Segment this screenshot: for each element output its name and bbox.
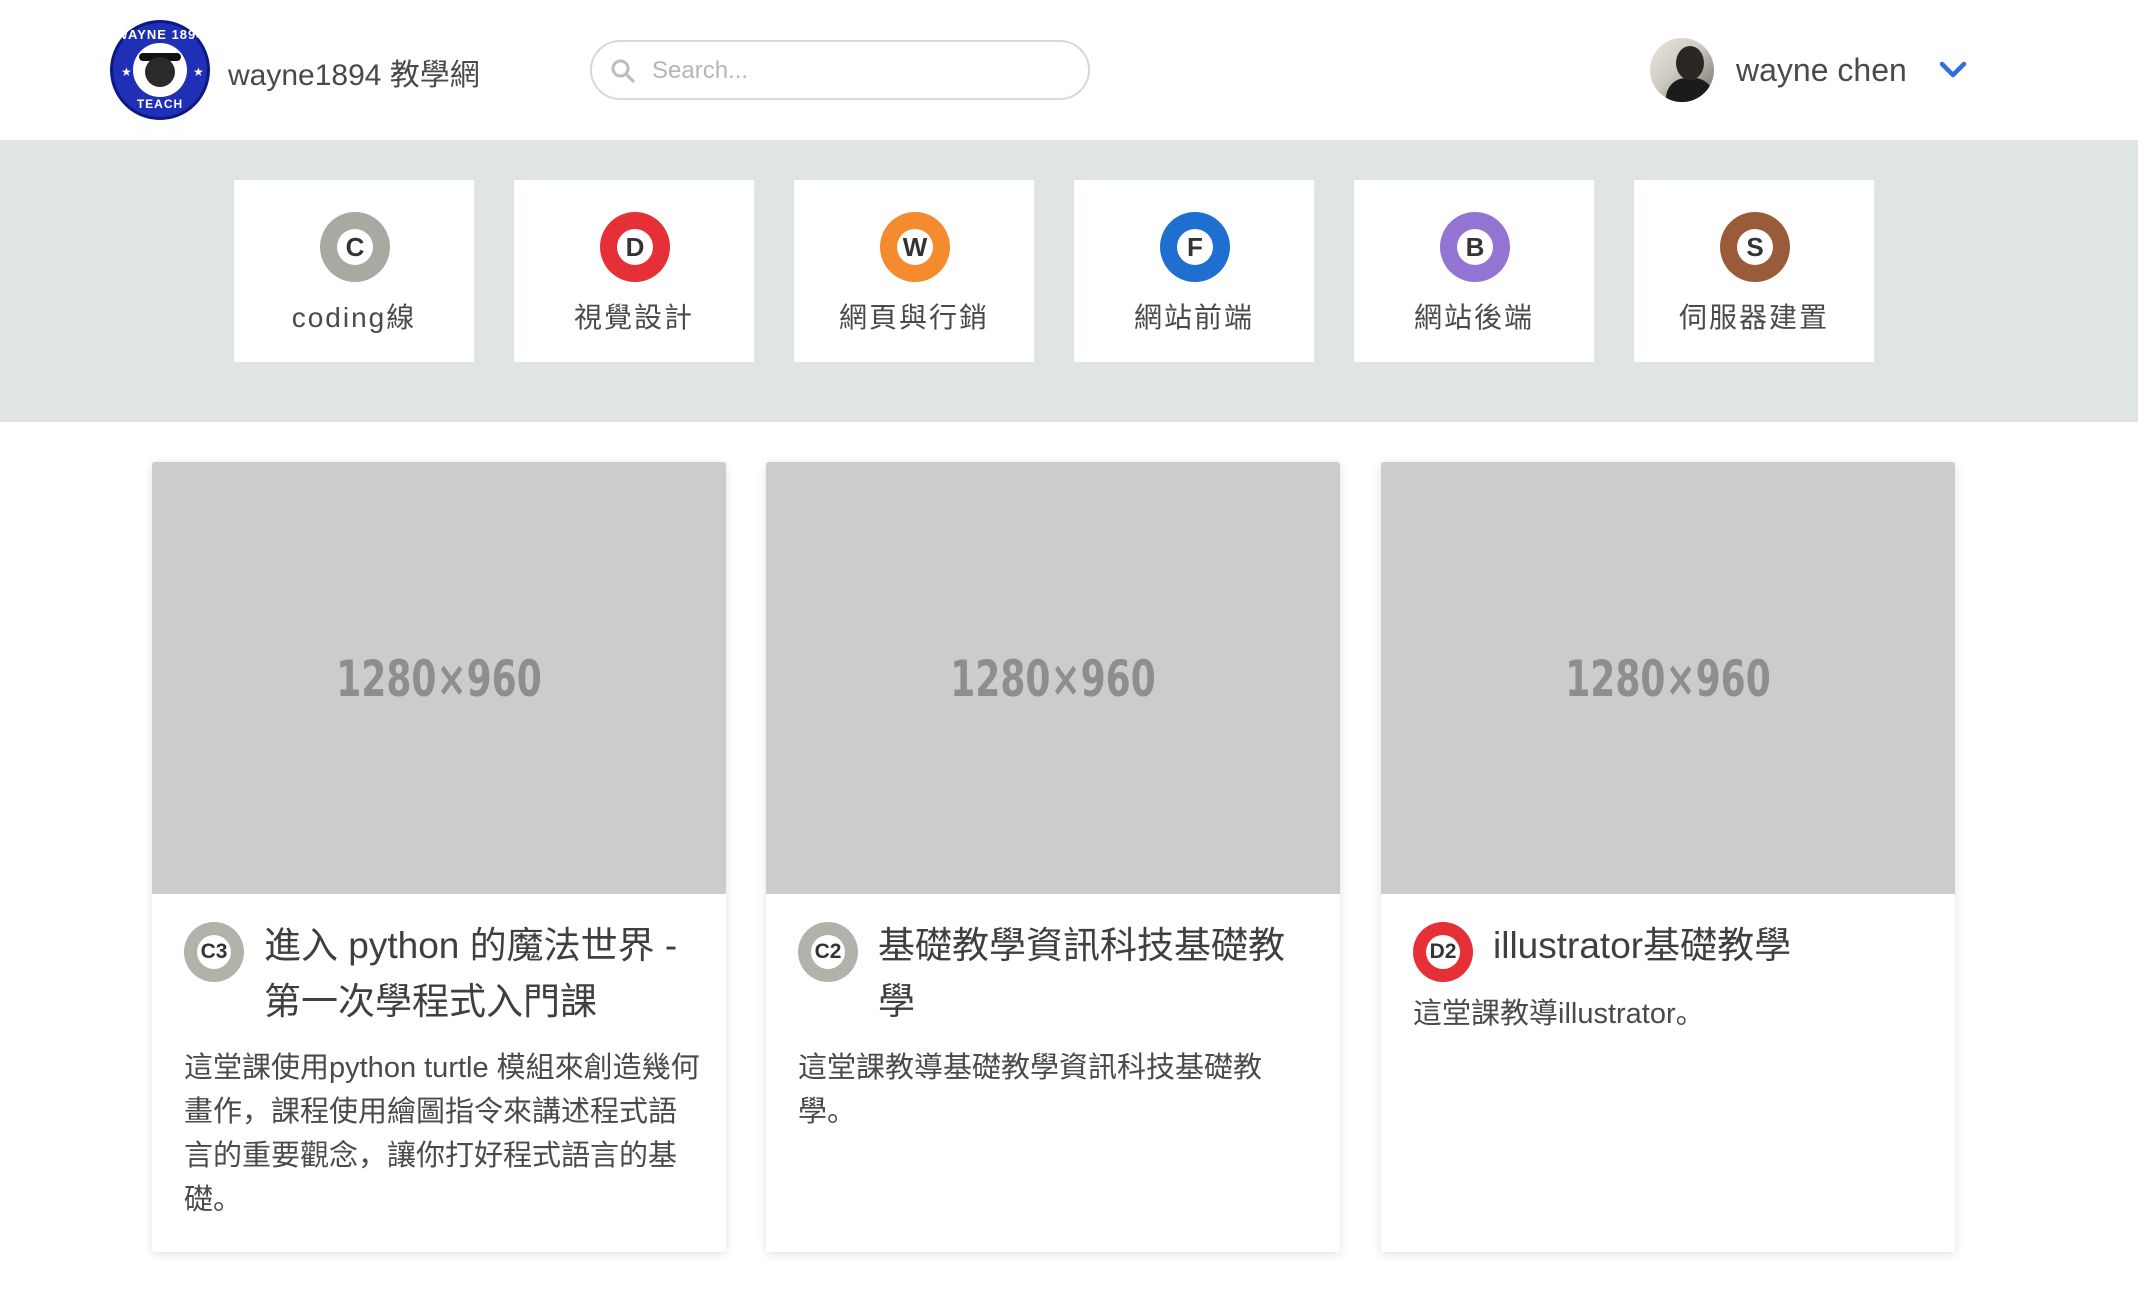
thumbnail-placeholder-text: 1280×960 [1565, 650, 1771, 708]
course-level-text: C3 [197, 935, 231, 969]
category-label: 網站前端 [1133, 302, 1254, 333]
category-label: 伺服器建置 [1678, 302, 1829, 333]
category-badge: C [320, 212, 390, 282]
star-icon: ★ [121, 65, 132, 79]
star-icon: ★ [193, 65, 204, 79]
category-letter: B [1457, 229, 1493, 265]
course-thumbnail[interactable]: 1280×960 [766, 462, 1340, 894]
category-letter: S [1737, 229, 1773, 265]
course-title[interactable]: illustrator基礎教學 [1493, 918, 1933, 974]
thumbnail-placeholder-text: 1280×960 [336, 650, 542, 708]
course-description: 這堂課使用python turtle 模組來創造幾何畫作，課程使用繪圖指令來講述… [184, 1052, 700, 1216]
avatar[interactable] [1650, 38, 1714, 102]
category-label: 網站後端 [1413, 302, 1534, 333]
course-title[interactable]: 進入 python 的魔法世界 - 第一次學程式入門課 [264, 918, 704, 1030]
category-letter: W [897, 229, 933, 265]
category-badge: W [880, 212, 950, 282]
course-level-text: C2 [811, 935, 845, 969]
logo-portrait [133, 43, 187, 97]
course-level-badge: D2 [1413, 922, 1473, 982]
category-badge: F [1160, 212, 1230, 282]
category-letter: D [617, 229, 653, 265]
course-title[interactable]: 基礎教學資訊科技基礎教學 [878, 918, 1308, 1030]
category-badge: D [600, 212, 670, 282]
category-server[interactable]: S 伺服器建置 [1634, 180, 1874, 362]
logo-text-top: WAYNE 1894 [115, 27, 205, 42]
category-frontend[interactable]: F 網站前端 [1074, 180, 1314, 362]
course-description: 這堂課教導illustrator。 [1413, 998, 1705, 1030]
category-letter: C [337, 229, 373, 265]
chevron-down-icon[interactable] [1938, 58, 1968, 82]
search-box[interactable] [590, 40, 1090, 100]
category-label: 網頁與行銷 [838, 302, 989, 333]
category-coding[interactable]: C coding線 [234, 180, 474, 362]
site-logo[interactable]: WAYNE 1894 ★ ★ TEACH [110, 20, 210, 120]
course-card[interactable]: 1280×960 C3 進入 python 的魔法世界 - 第一次學程式入門課 … [152, 462, 726, 1252]
course-description: 這堂課教導基礎教學資訊科技基礎教學。 [798, 1052, 1263, 1128]
category-label: coding線 [291, 302, 417, 333]
course-card[interactable]: 1280×960 C2 基礎教學資訊科技基礎教學 這堂課教導基礎教學資訊科技基礎… [766, 462, 1340, 1252]
user-name[interactable]: wayne chen [1736, 52, 1907, 89]
logo-text-bottom: TEACH [136, 97, 184, 111]
category-bar: C coding線 D 視覺設計 W 網頁與行銷 F 網站前端 B 網站後端 S… [0, 140, 2138, 422]
course-level-text: D2 [1426, 935, 1460, 969]
thumbnail-placeholder-text: 1280×960 [950, 650, 1156, 708]
category-badge: S [1720, 212, 1790, 282]
course-thumbnail[interactable]: 1280×960 [152, 462, 726, 894]
category-label: 視覺設計 [573, 302, 694, 333]
site-brand-link[interactable]: wayne1894 教學網 [228, 50, 480, 94]
course-level-badge: C3 [184, 922, 244, 982]
search-icon [611, 59, 635, 83]
top-navbar: WAYNE 1894 ★ ★ TEACH wayne1894 教學網 wayne… [0, 0, 2138, 140]
category-letter: F [1177, 229, 1213, 265]
search-input[interactable] [652, 52, 1072, 90]
category-badge: B [1440, 212, 1510, 282]
category-web-marketing[interactable]: W 網頁與行銷 [794, 180, 1034, 362]
category-visual-design[interactable]: D 視覺設計 [514, 180, 754, 362]
category-backend[interactable]: B 網站後端 [1354, 180, 1594, 362]
course-level-badge: C2 [798, 922, 858, 982]
course-card[interactable]: 1280×960 D2 illustrator基礎教學 這堂課教導illustr… [1381, 462, 1955, 1252]
course-thumbnail[interactable]: 1280×960 [1381, 462, 1955, 894]
